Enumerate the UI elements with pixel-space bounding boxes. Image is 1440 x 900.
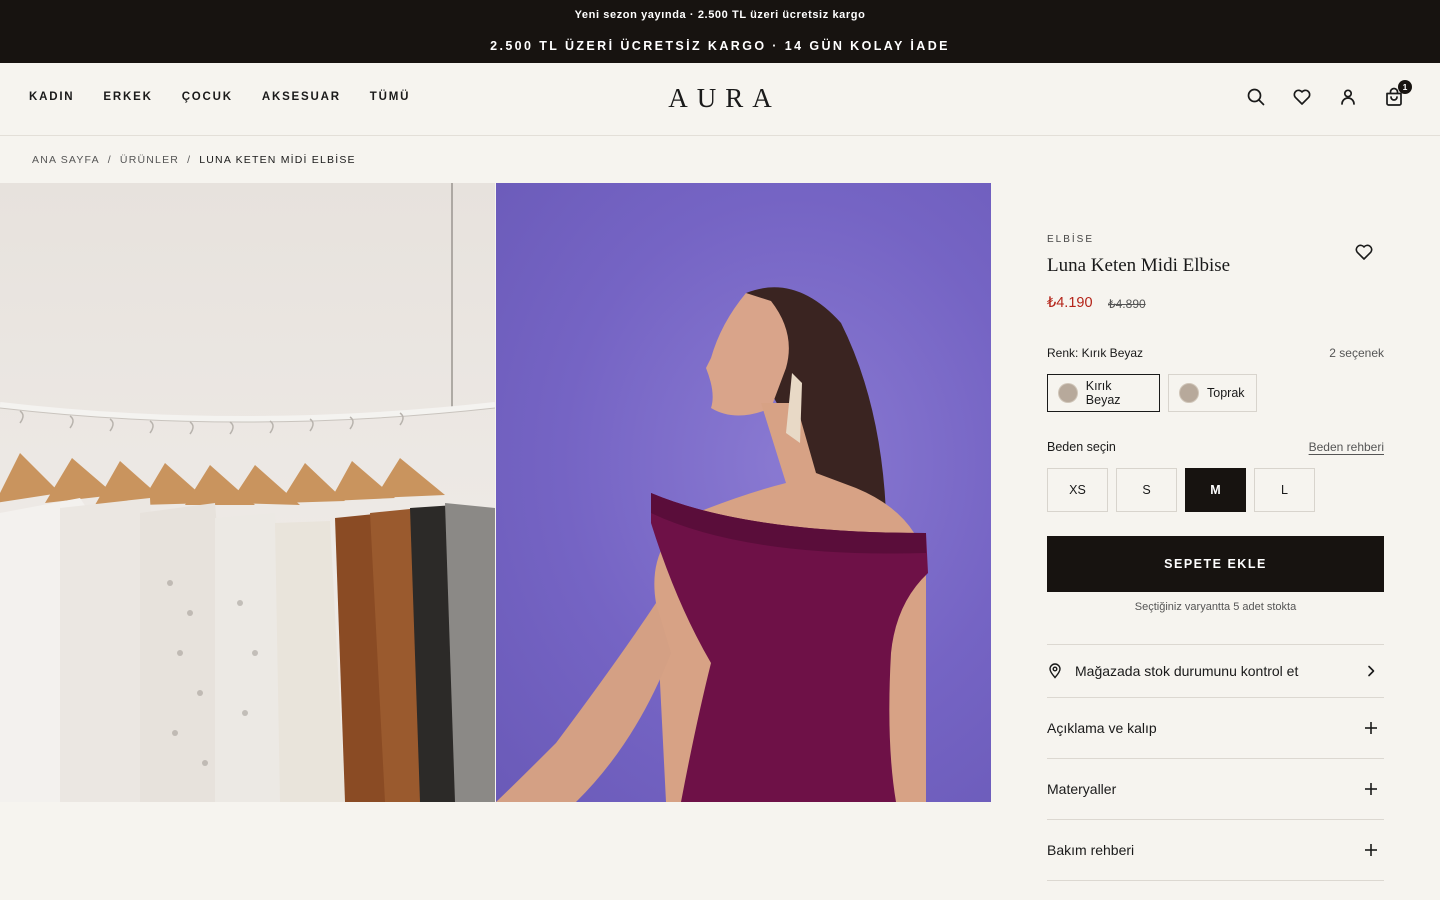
chevron-right-icon	[1368, 665, 1375, 677]
size-label: Beden seçin	[1047, 440, 1116, 454]
breadcrumb-current: LUNA KETEN MİDİ ELBİSE	[199, 154, 356, 166]
plus-icon	[1365, 844, 1377, 856]
product-category: ELBİSE	[1047, 234, 1095, 245]
breadcrumb-separator: /	[187, 154, 192, 166]
product-gallery	[0, 183, 991, 802]
nav-item-kadin[interactable]: KADIN	[29, 91, 74, 103]
accordion-aciklama[interactable]: Açıklama ve kalıp	[1047, 697, 1384, 758]
color-label: Renk: Kırık Beyaz	[1047, 346, 1144, 360]
nav-item-tumu[interactable]: TÜMÜ	[370, 91, 410, 103]
color-swatch-dot	[1058, 383, 1078, 403]
size-option-s[interactable]: S	[1116, 468, 1177, 512]
size-guide-link[interactable]: Beden rehberi	[1309, 440, 1384, 454]
sale-price: ₺4.190	[1047, 295, 1093, 311]
plus-icon	[1365, 783, 1377, 795]
cart-count-badge: 1	[1398, 80, 1412, 94]
announcement-line-1: Yeni sezon yayında · 2.500 TL üzeri ücre…	[574, 9, 866, 21]
search-icon[interactable]	[1246, 87, 1266, 107]
store-stock-label: Mağazada stok durumunu kontrol et	[1075, 663, 1299, 679]
nav-item-erkek[interactable]: ERKEK	[103, 91, 152, 103]
add-to-cart-button[interactable]: SEPETE EKLE	[1047, 536, 1384, 592]
breadcrumb-products[interactable]: ÜRÜNLER	[120, 154, 179, 166]
announcement-line-2: 2.500 TL ÜZERİ ÜCRETSİZ KARGO · 14 GÜN K…	[490, 39, 950, 53]
accordion-label: Materyaller	[1047, 781, 1117, 797]
wishlist-heart-icon[interactable]	[1354, 242, 1374, 262]
store-stock-check[interactable]: Mağazada stok durumunu kontrol et	[1047, 644, 1384, 697]
color-swatch-dot	[1179, 383, 1199, 403]
color-count: 2 seçenek	[1329, 346, 1384, 360]
color-option-label: Toprak	[1207, 386, 1245, 400]
accordion-label: Bakım rehberi	[1047, 842, 1135, 858]
location-pin-icon	[1049, 663, 1061, 679]
original-price: ₺4.890	[1108, 297, 1146, 311]
size-option-xs[interactable]: XS	[1047, 468, 1108, 512]
announcement-bar: Yeni sezon yayında · 2.500 TL üzeri ücre…	[0, 0, 1440, 63]
breadcrumb: ANA SAYFA / ÜRÜNLER / LUNA KETEN MİDİ EL…	[32, 154, 356, 166]
product-image-model[interactable]	[496, 183, 991, 802]
breadcrumb-separator: /	[107, 154, 112, 166]
divider	[1047, 880, 1384, 881]
size-option-l[interactable]: L	[1254, 468, 1315, 512]
header-icons: 1	[1246, 80, 1412, 107]
breadcrumb-home[interactable]: ANA SAYFA	[32, 154, 100, 166]
accordion-materyaller[interactable]: Materyaller	[1047, 758, 1384, 819]
size-option-m[interactable]: M	[1185, 468, 1246, 512]
main-nav: KADIN ERKEK ÇOCUK AKSESUAR TÜMÜ	[29, 91, 439, 103]
brand-logo[interactable]: AURA	[668, 83, 781, 113]
nav-item-aksesuar[interactable]: AKSESUAR	[262, 91, 341, 103]
stock-note: Seçtiğiniz varyantta 5 adet stokta	[1134, 601, 1297, 613]
color-option-kirik-beyaz[interactable]: Kırık Beyaz	[1047, 374, 1160, 412]
plus-icon	[1365, 722, 1377, 734]
accordion-bakim[interactable]: Bakım rehberi	[1047, 819, 1384, 880]
nav-item-cocuk[interactable]: ÇOCUK	[182, 91, 233, 103]
user-icon[interactable]	[1338, 87, 1358, 107]
color-option-toprak[interactable]: Toprak	[1168, 374, 1257, 412]
site-header: KADIN ERKEK ÇOCUK AKSESUAR TÜMÜ AURA 1	[0, 63, 1440, 136]
heart-icon[interactable]	[1292, 87, 1312, 107]
accordion-label: Açıklama ve kalıp	[1047, 720, 1157, 736]
color-option-label: Kırık Beyaz	[1085, 379, 1121, 407]
bag-icon[interactable]: 1	[1384, 80, 1412, 107]
product-image-rack[interactable]	[0, 183, 495, 802]
product-title: Luna Keten Midi Elbise	[1047, 255, 1231, 276]
